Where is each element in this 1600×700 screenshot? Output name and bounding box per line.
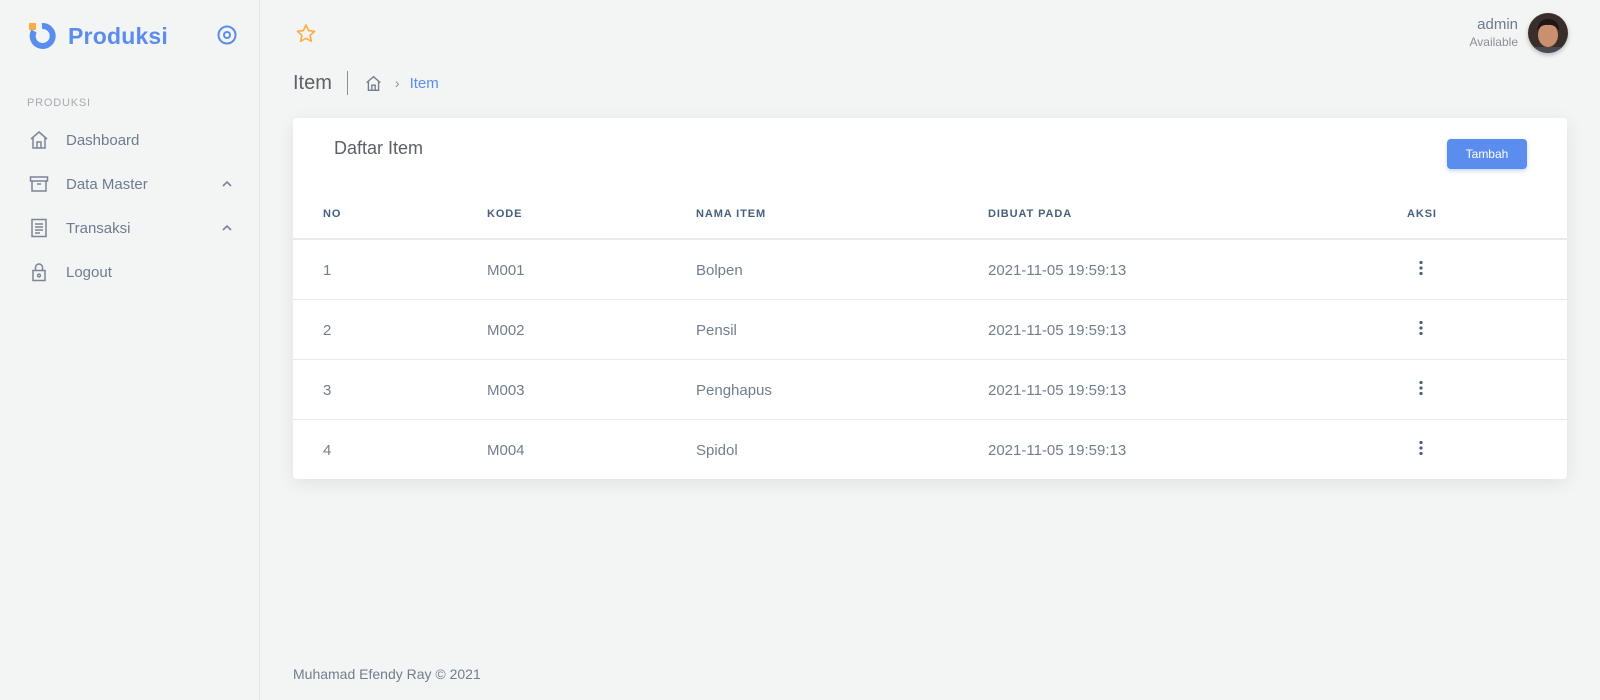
table-row: 4 M004 Spidol 2021-11-05 19:59:13 xyxy=(293,420,1567,480)
sidebar-item-logout[interactable]: Logout xyxy=(0,250,259,294)
archive-icon xyxy=(28,173,50,195)
footer-copyright: Muhamad Efendy Ray © 2021 xyxy=(293,666,481,682)
cell-kode: M002 xyxy=(487,322,525,339)
cell-dibuat: 2021-11-05 19:59:13 xyxy=(988,442,1127,459)
table-row: 2 M002 Pensil 2021-11-05 19:59:13 xyxy=(293,300,1567,360)
cell-dibuat: 2021-11-05 19:59:13 xyxy=(988,382,1127,399)
sidebar-item-label: Dashboard xyxy=(66,131,140,149)
sidebar-item-label: Transaksi xyxy=(66,219,131,237)
brand[interactable]: Produksi xyxy=(28,20,168,52)
cell-no: 1 xyxy=(323,262,332,279)
sidebar-item-dashboard[interactable]: Dashboard xyxy=(0,118,259,162)
cell-nama: Penghapus xyxy=(696,382,772,399)
brand-logo-icon xyxy=(28,22,56,50)
cell-kode: M004 xyxy=(487,442,525,459)
lock-icon xyxy=(28,261,50,283)
add-item-button[interactable]: Tambah xyxy=(1447,139,1527,169)
user-info: admin Available xyxy=(1470,16,1518,50)
column-header-no: NO xyxy=(323,208,342,220)
column-header-aksi: AKSI xyxy=(1407,208,1437,220)
more-vertical-icon[interactable] xyxy=(1411,258,1431,278)
bookmark-star-icon[interactable] xyxy=(294,22,318,46)
user-status: Available xyxy=(1469,35,1518,49)
brand-name: Produksi xyxy=(68,22,169,49)
table-header: NO KODE NAMA ITEM DIBUAT PADA AKSI xyxy=(293,190,1567,240)
breadcrumb: Item › Item xyxy=(293,70,439,96)
sidebar-toggle-icon[interactable] xyxy=(216,24,238,46)
cell-dibuat: 2021-11-05 19:59:13 xyxy=(988,262,1127,279)
cell-nama: Bolpen xyxy=(696,262,743,279)
cell-no: 4 xyxy=(323,442,332,459)
chevron-up-icon xyxy=(220,177,234,191)
cell-nama: Pensil xyxy=(696,322,737,339)
cell-kode: M003 xyxy=(487,382,525,399)
more-vertical-icon[interactable] xyxy=(1411,378,1431,398)
sidebar-item-label: Logout xyxy=(66,263,112,281)
column-header-kode: KODE xyxy=(487,208,523,220)
more-vertical-icon[interactable] xyxy=(1411,438,1431,458)
breadcrumb-current: Item xyxy=(409,74,439,92)
home-icon xyxy=(28,129,50,151)
nav-section-label: PRODUKSI xyxy=(27,97,91,109)
table-row: 1 M001 Bolpen 2021-11-05 19:59:13 xyxy=(293,240,1567,300)
sidebar-item-data-master[interactable]: Data Master xyxy=(0,162,259,206)
cell-kode: M001 xyxy=(487,262,525,279)
sidebar-nav: Dashboard Data Master Transaksi Logout xyxy=(0,118,259,294)
chevron-up-icon xyxy=(220,221,234,235)
app-root: Produksi PRODUKSI Dashboard Data Master … xyxy=(0,0,1600,700)
column-header-dibuat-pada: DIBUAT PADA xyxy=(988,208,1073,220)
avatar[interactable] xyxy=(1528,13,1568,53)
page-title: Item xyxy=(293,71,348,95)
document-icon xyxy=(28,217,50,239)
more-vertical-icon[interactable] xyxy=(1411,318,1431,338)
cell-nama: Spidol xyxy=(696,442,738,459)
item-table: NO KODE NAMA ITEM DIBUAT PADA AKSI 1 M00… xyxy=(293,190,1567,480)
cell-no: 3 xyxy=(323,382,332,399)
item-list-card: Daftar Item Tambah NO KODE NAMA ITEM DIB… xyxy=(293,118,1567,479)
table-row: 3 M003 Penghapus 2021-11-05 19:59:13 xyxy=(293,360,1567,420)
home-icon[interactable] xyxy=(365,74,383,92)
user-name: admin xyxy=(1477,16,1518,33)
column-header-nama-item: NAMA ITEM xyxy=(696,208,767,220)
cell-no: 2 xyxy=(323,322,332,339)
sidebar-item-label: Data Master xyxy=(66,175,148,193)
breadcrumb-separator: › xyxy=(394,75,400,91)
sidebar: Produksi PRODUKSI Dashboard Data Master … xyxy=(0,0,260,700)
sidebar-item-transaksi[interactable]: Transaksi xyxy=(0,206,259,250)
cell-dibuat: 2021-11-05 19:59:13 xyxy=(988,322,1127,339)
user-menu[interactable]: admin Available xyxy=(1470,12,1568,54)
card-title: Daftar Item xyxy=(334,138,424,158)
